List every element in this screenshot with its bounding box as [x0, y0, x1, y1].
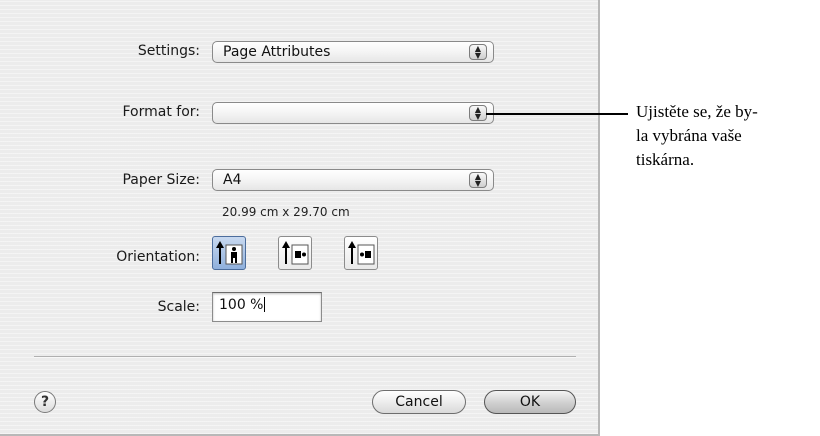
text-cursor [264, 297, 266, 312]
settings-label: Settings: [137, 43, 200, 59]
help-button[interactable]: ? [34, 391, 56, 413]
portrait-orientation-icon [216, 241, 243, 265]
callout-line-2: la vybrána vaše [636, 126, 742, 145]
callout-pointer-line [486, 113, 628, 115]
landscape-left-orientation-icon [282, 241, 309, 265]
cancel-button[interactable]: Cancel [372, 390, 466, 414]
popup-arrows-icon: ▲ ▼ [469, 44, 487, 60]
settings-popup[interactable]: Page Attributes ▲ ▼ [212, 41, 494, 63]
paper-size-label: Paper Size: [122, 172, 200, 188]
page-setup-dialog: Settings: Page Attributes ▲ ▼ Format for:… [0, 0, 600, 436]
callout-line-3: tiskárna. [636, 150, 695, 169]
scale-label: Scale: [157, 299, 200, 315]
orientation-portrait-button[interactable] [212, 236, 246, 270]
paper-size-popup[interactable]: A4 ▲ ▼ [212, 169, 494, 191]
format-for-popup[interactable]: ▲ ▼ [212, 102, 494, 124]
orientation-landscape-right-button[interactable] [344, 236, 378, 270]
orientation-label: Orientation: [116, 249, 200, 265]
paper-size-value: A4 [223, 172, 242, 188]
popup-arrows-icon: ▲ ▼ [469, 172, 487, 188]
separator [34, 356, 576, 358]
callout-line-1: Ujistěte se, že by- [636, 102, 758, 121]
paper-dimensions: 20.99 cm x 29.70 cm [222, 205, 350, 219]
landscape-right-orientation-icon [348, 241, 375, 265]
format-for-label: Format for: [122, 104, 200, 120]
settings-value: Page Attributes [223, 44, 331, 60]
callout-note: Ujistěte se, že by- la vybrána vaše tisk… [636, 100, 816, 172]
ok-button[interactable]: OK [484, 390, 576, 414]
scale-value: 100 % [219, 297, 264, 313]
orientation-landscape-left-button[interactable] [278, 236, 312, 270]
scale-input[interactable]: 100 % [212, 292, 322, 322]
popup-arrows-icon: ▲ ▼ [469, 105, 487, 121]
